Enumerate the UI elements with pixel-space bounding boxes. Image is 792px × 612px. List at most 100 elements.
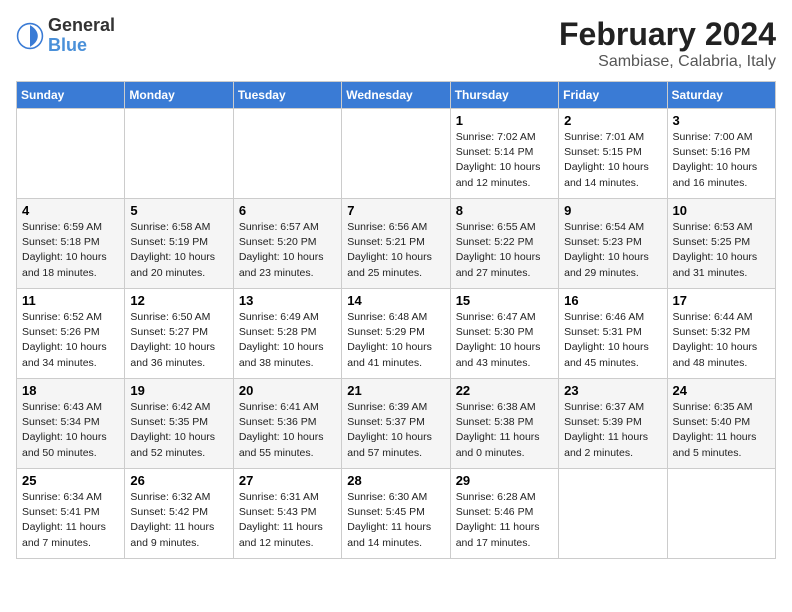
day-number: 6: [239, 203, 336, 218]
calendar-cell: 21 Sunrise: 6:39 AMSunset: 5:37 PMDayligh…: [342, 379, 450, 469]
day-info: Sunrise: 6:55 AMSunset: 5:22 PMDaylight:…: [456, 220, 553, 281]
day-info: Sunrise: 6:38 AMSunset: 5:38 PMDaylight:…: [456, 400, 553, 461]
calendar-cell: 23Sunrise: 6:37 AMSunset: 5:39 PMDayligh…: [559, 379, 667, 469]
day-number: 21: [347, 383, 444, 398]
day-info: Sunrise: 6:31 AMSunset: 5:43 PMDaylight:…: [239, 490, 336, 551]
calendar-cell: [342, 109, 450, 199]
calendar-cell: 20Sunrise: 6:41 AMSunset: 5:36 PMDayligh…: [233, 379, 341, 469]
day-number: 4: [22, 203, 119, 218]
day-info: Sunrise: 6:30 AMSunset: 5:45 PMDaylight:…: [347, 490, 444, 551]
day-number: 28: [347, 473, 444, 488]
calendar-cell: 8 Sunrise: 6:55 AMSunset: 5:22 PMDaylight…: [450, 199, 558, 289]
day-number: 10: [673, 203, 770, 218]
calendar-cell: 11 Sunrise: 6:52 AMSunset: 5:26 PMDayligh…: [17, 289, 125, 379]
day-number: 5: [130, 203, 227, 218]
calendar-cell: 12Sunrise: 6:50 AMSunset: 5:27 PMDayligh…: [125, 289, 233, 379]
day-number: 29: [456, 473, 553, 488]
day-number: 18: [22, 383, 119, 398]
calendar-cell: 4 Sunrise: 6:59 AMSunset: 5:18 PMDaylight…: [17, 199, 125, 289]
calendar-cell: 15 Sunrise: 6:47 AMSunset: 5:30 PMDayligh…: [450, 289, 558, 379]
calendar-cell: 7Sunrise: 6:56 AMSunset: 5:21 PMDaylight…: [342, 199, 450, 289]
day-number: 2: [564, 113, 661, 128]
calendar-cell: [125, 109, 233, 199]
day-number: 25: [22, 473, 119, 488]
logo-general: General: [48, 16, 115, 36]
day-number: 8: [456, 203, 553, 218]
calendar-header-row: SundayMondayTuesdayWednesdayThursdayFrid…: [17, 82, 776, 109]
calendar-cell: [233, 109, 341, 199]
calendar-cell: 2Sunrise: 7:01 AMSunset: 5:15 PMDaylight…: [559, 109, 667, 199]
calendar-cell: 28 Sunrise: 6:30 AMSunset: 5:45 PMDayligh…: [342, 469, 450, 559]
day-info: Sunrise: 6:48 AMSunset: 5:29 PMDaylight:…: [347, 310, 444, 371]
title-area: February 2024 Sambiase, Calabria, Italy: [559, 16, 776, 71]
calendar-cell: 24 Sunrise: 6:35 AMSunset: 5:40 PMDayligh…: [667, 379, 775, 469]
day-info: Sunrise: 6:34 AMSunset: 5:41 PMDaylight:…: [22, 490, 119, 551]
calendar-cell: 13 Sunrise: 6:49 AMSunset: 5:28 PMDayligh…: [233, 289, 341, 379]
calendar-week-5: 25 Sunrise: 6:34 AMSunset: 5:41 PMDayligh…: [17, 469, 776, 559]
day-info: Sunrise: 6:42 AMSunset: 5:35 PMDaylight:…: [130, 400, 227, 461]
calendar-cell: 6Sunrise: 6:57 AMSunset: 5:20 PMDaylight…: [233, 199, 341, 289]
calendar-cell: [17, 109, 125, 199]
day-number: 1: [456, 113, 553, 128]
calendar-week-2: 4 Sunrise: 6:59 AMSunset: 5:18 PMDaylight…: [17, 199, 776, 289]
day-number: 23: [564, 383, 661, 398]
day-info: Sunrise: 6:41 AMSunset: 5:36 PMDaylight:…: [239, 400, 336, 461]
day-info: Sunrise: 6:49 AMSunset: 5:28 PMDaylight:…: [239, 310, 336, 371]
header-saturday: Saturday: [667, 82, 775, 109]
day-number: 14: [347, 293, 444, 308]
day-info: Sunrise: 6:50 AMSunset: 5:27 PMDaylight:…: [130, 310, 227, 371]
day-info: Sunrise: 6:52 AMSunset: 5:26 PMDaylight:…: [22, 310, 119, 371]
day-number: 7: [347, 203, 444, 218]
calendar-cell: 22Sunrise: 6:38 AMSunset: 5:38 PMDayligh…: [450, 379, 558, 469]
calendar-cell: 3Sunrise: 7:00 AMSunset: 5:16 PMDaylight…: [667, 109, 775, 199]
logo: General Blue: [16, 16, 115, 56]
day-info: Sunrise: 6:47 AMSunset: 5:30 PMDaylight:…: [456, 310, 553, 371]
calendar-cell: 16 Sunrise: 6:46 AMSunset: 5:31 PMDayligh…: [559, 289, 667, 379]
calendar-cell: 29Sunrise: 6:28 AMSunset: 5:46 PMDayligh…: [450, 469, 558, 559]
calendar-week-4: 18 Sunrise: 6:43 AMSunset: 5:34 PMDayligh…: [17, 379, 776, 469]
day-info: Sunrise: 6:58 AMSunset: 5:19 PMDaylight:…: [130, 220, 227, 281]
calendar-cell: 14 Sunrise: 6:48 AMSunset: 5:29 PMDayligh…: [342, 289, 450, 379]
day-number: 27: [239, 473, 336, 488]
logo-blue: Blue: [48, 36, 115, 56]
day-number: 13: [239, 293, 336, 308]
header-tuesday: Tuesday: [233, 82, 341, 109]
day-info: Sunrise: 6:53 AMSunset: 5:25 PMDaylight:…: [673, 220, 770, 281]
calendar-cell: 19Sunrise: 6:42 AMSunset: 5:35 PMDayligh…: [125, 379, 233, 469]
day-number: 9: [564, 203, 661, 218]
day-number: 17: [673, 293, 770, 308]
location-subtitle: Sambiase, Calabria, Italy: [559, 53, 776, 71]
calendar-cell: 18 Sunrise: 6:43 AMSunset: 5:34 PMDayligh…: [17, 379, 125, 469]
day-info: Sunrise: 6:46 AMSunset: 5:31 PMDaylight:…: [564, 310, 661, 371]
day-info: Sunrise: 7:02 AMSunset: 5:14 PMDaylight:…: [456, 130, 553, 191]
day-info: Sunrise: 6:35 AMSunset: 5:40 PMDaylight:…: [673, 400, 770, 461]
calendar-cell: 27 Sunrise: 6:31 AMSunset: 5:43 PMDayligh…: [233, 469, 341, 559]
header-wednesday: Wednesday: [342, 82, 450, 109]
header: General Blue February 2024 Sambiase, Cal…: [16, 16, 776, 71]
calendar-cell: 25 Sunrise: 6:34 AMSunset: 5:41 PMDayligh…: [17, 469, 125, 559]
day-number: 11: [22, 293, 119, 308]
day-number: 16: [564, 293, 661, 308]
header-thursday: Thursday: [450, 82, 558, 109]
calendar-cell: [559, 469, 667, 559]
logo-text: General Blue: [48, 16, 115, 56]
calendar-cell: [667, 469, 775, 559]
calendar-table: SundayMondayTuesdayWednesdayThursdayFrid…: [16, 81, 776, 559]
calendar-cell: 17Sunrise: 6:44 AMSunset: 5:32 PMDayligh…: [667, 289, 775, 379]
day-info: Sunrise: 6:32 AMSunset: 5:42 PMDaylight:…: [130, 490, 227, 551]
header-sunday: Sunday: [17, 82, 125, 109]
calendar-cell: 26 Sunrise: 6:32 AMSunset: 5:42 PMDayligh…: [125, 469, 233, 559]
calendar-week-3: 11 Sunrise: 6:52 AMSunset: 5:26 PMDayligh…: [17, 289, 776, 379]
calendar-cell: 10 Sunrise: 6:53 AMSunset: 5:25 PMDayligh…: [667, 199, 775, 289]
day-number: 26: [130, 473, 227, 488]
calendar-week-1: 1 Sunrise: 7:02 AMSunset: 5:14 PMDaylight…: [17, 109, 776, 199]
day-number: 3: [673, 113, 770, 128]
day-number: 15: [456, 293, 553, 308]
day-info: Sunrise: 6:39 AMSunset: 5:37 PMDaylight:…: [347, 400, 444, 461]
page-title: February 2024: [559, 16, 776, 53]
calendar-cell: 5 Sunrise: 6:58 AMSunset: 5:19 PMDaylight…: [125, 199, 233, 289]
calendar-cell: 1 Sunrise: 7:02 AMSunset: 5:14 PMDaylight…: [450, 109, 558, 199]
day-info: Sunrise: 6:59 AMSunset: 5:18 PMDaylight:…: [22, 220, 119, 281]
day-number: 24: [673, 383, 770, 398]
day-info: Sunrise: 6:43 AMSunset: 5:34 PMDaylight:…: [22, 400, 119, 461]
